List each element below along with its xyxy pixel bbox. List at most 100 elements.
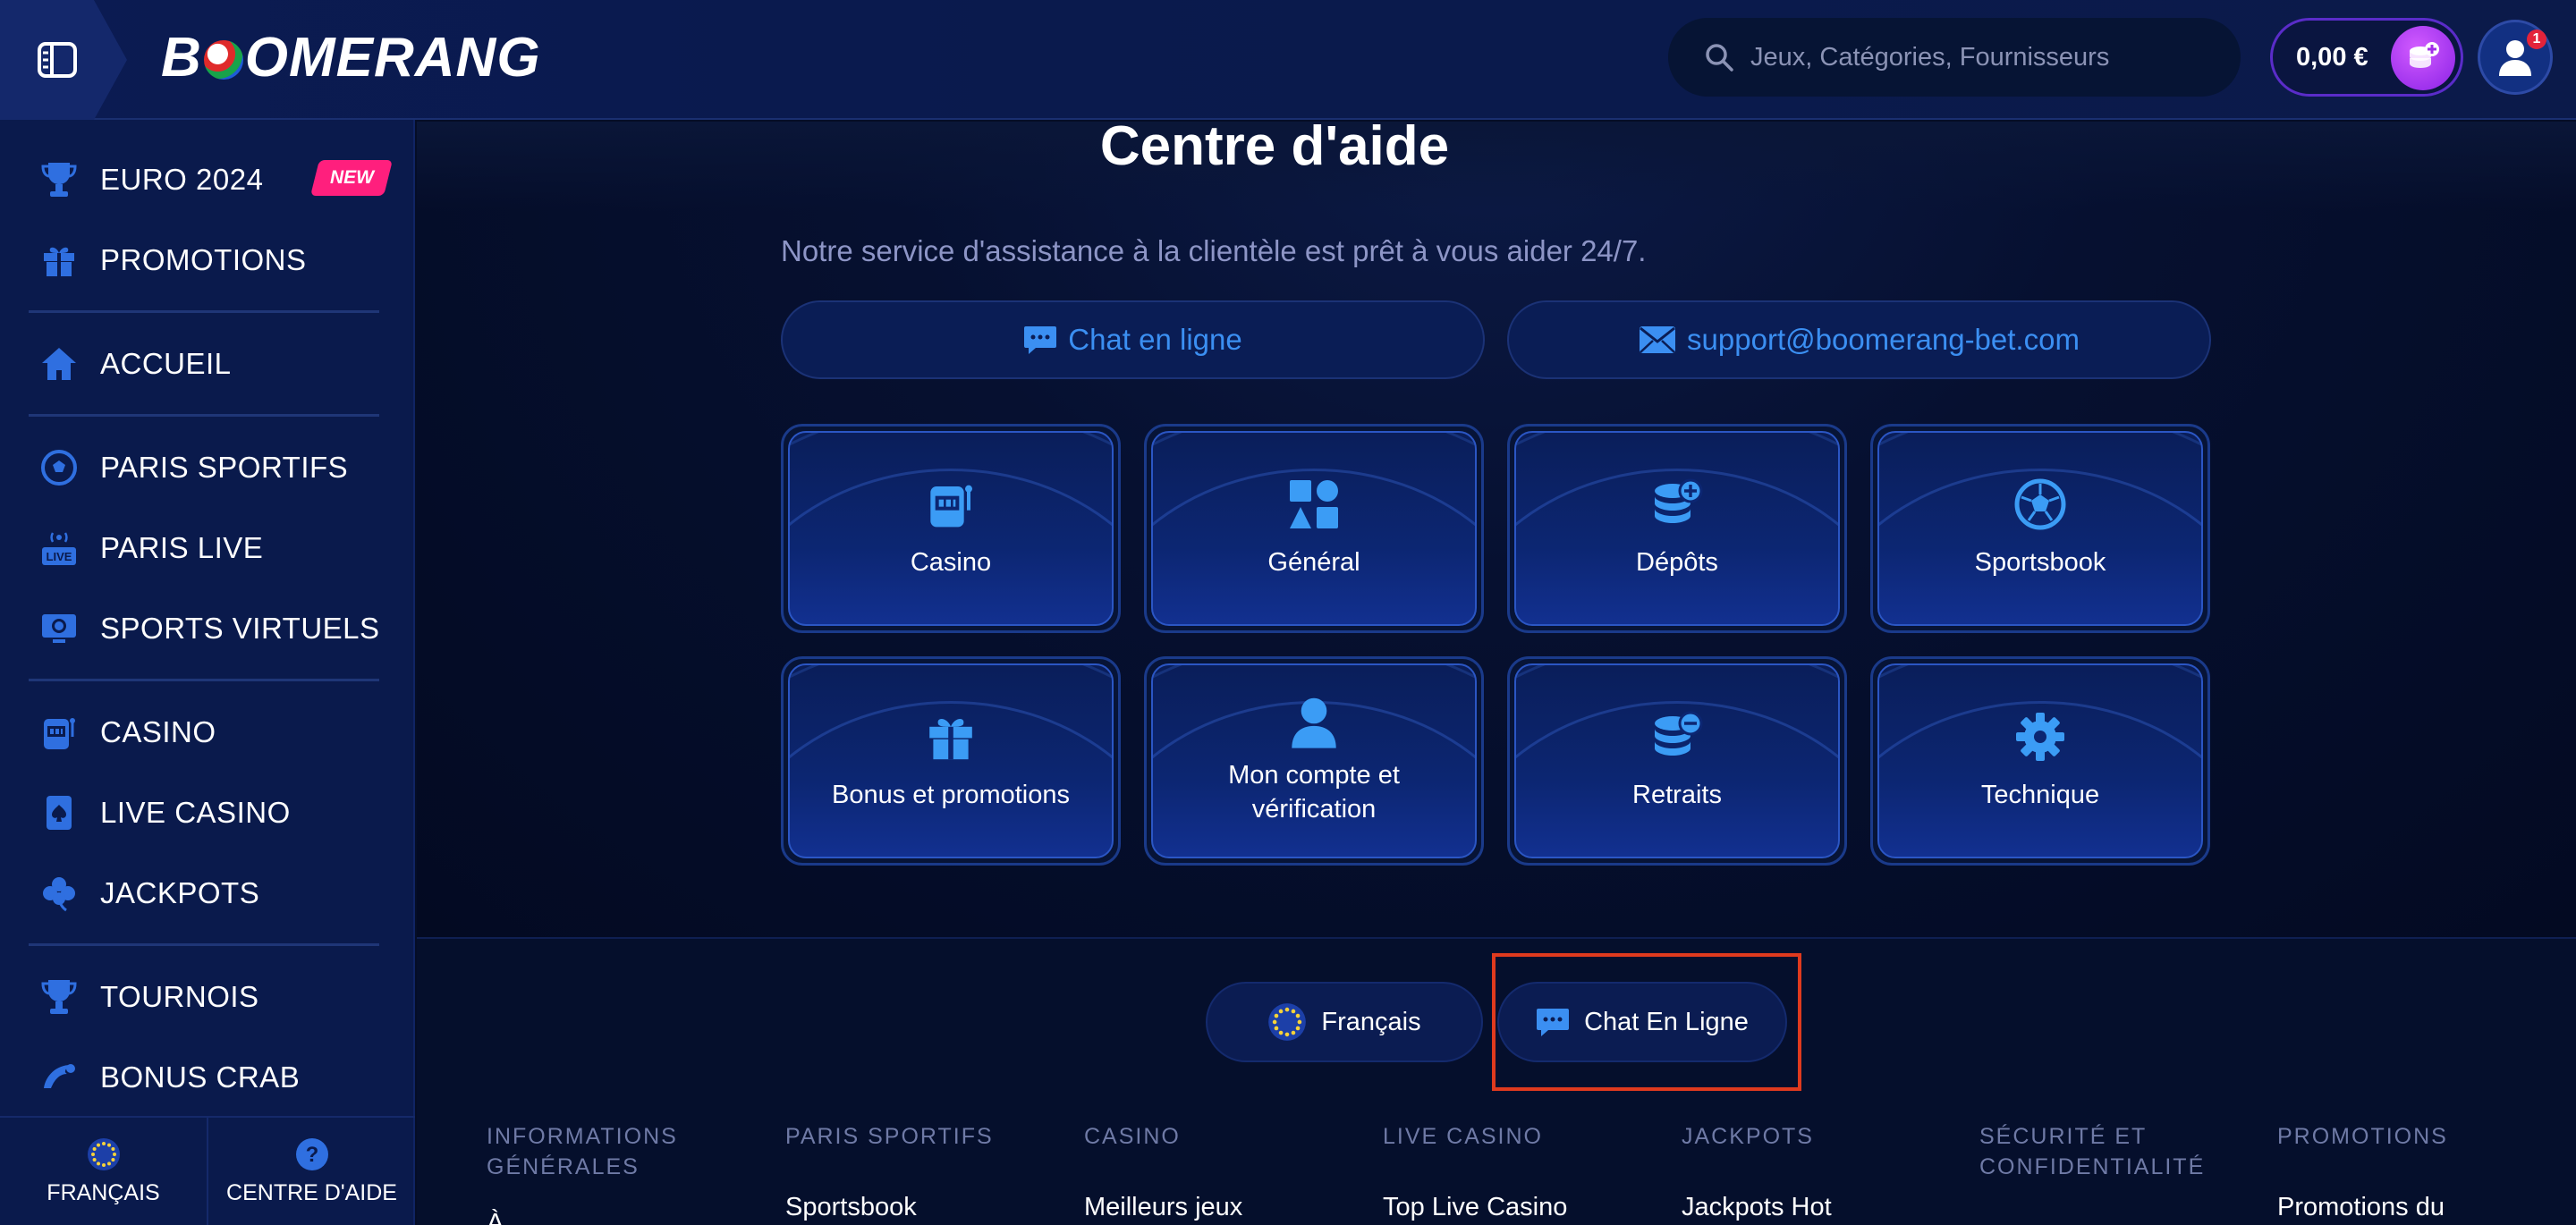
category-card-bonus-promotions[interactable]: Bonus et promotions	[781, 656, 1121, 866]
footer-link[interactable]: À	[487, 1209, 504, 1225]
footer-column-heading: CASINO	[1084, 1124, 1181, 1149]
category-label: Mon compte et vérification	[1228, 761, 1400, 824]
category-label: Retraits	[1632, 781, 1722, 809]
card-body: Général	[1151, 431, 1477, 626]
footer-link[interactable]: Top Live Casino	[1383, 1193, 1567, 1222]
sidebar-item-label: PARIS LIVE	[100, 531, 264, 564]
card-body: Mon compte et vérification	[1151, 663, 1477, 858]
footer-column-heading: PARIS SPORTIFS	[785, 1124, 994, 1149]
help-center-button[interactable]: ? CENTRE D'AIDE	[208, 1118, 415, 1225]
search-input[interactable]	[1750, 42, 2233, 72]
card-body: Casino	[788, 431, 1114, 626]
sidebar-item-promotions[interactable]: PROMOTIONS	[39, 233, 388, 287]
sidebar-divider	[29, 679, 379, 681]
footer-live-chat-label: Chat En Ligne	[1584, 1007, 1749, 1036]
envelope-icon	[1640, 326, 1676, 353]
slot-machine-icon	[924, 477, 978, 531]
card-body: Technique	[1877, 663, 2203, 858]
sidebar-divider	[29, 310, 379, 313]
profile-button[interactable]: 1	[2478, 20, 2553, 95]
logo-text-start: B	[161, 27, 202, 89]
live-chat-label: Chat en ligne	[1068, 323, 1242, 356]
top-header: B OMERANG 0,00 € 1	[0, 0, 2576, 120]
live-chat-button[interactable]: Chat en ligne	[781, 300, 1485, 379]
sidebar-divider	[29, 414, 379, 417]
eu-flag-icon	[87, 1137, 120, 1170]
help-icon: ?	[295, 1137, 328, 1170]
crab-icon	[39, 1058, 79, 1097]
virtual-sports-icon	[39, 609, 79, 648]
category-card-mon-compte[interactable]: Mon compte et vérification	[1144, 656, 1484, 866]
email-support-button[interactable]: support@boomerang-bet.com	[1507, 300, 2211, 379]
sidebar-item-label: TOURNOIS	[100, 980, 259, 1013]
card-body: Bonus et promotions	[788, 663, 1114, 858]
footer-link[interactable]: Meilleurs jeux	[1084, 1193, 1242, 1222]
chat-bubble-icon	[1024, 326, 1057, 354]
footer-column-securite: SÉCURITÉ ET CONFIDENTIALITÉ	[1979, 1121, 2248, 1182]
gift-icon	[924, 710, 978, 764]
coins-plus-icon	[1650, 477, 1704, 531]
slot-machine-icon	[39, 713, 79, 752]
sidebar-divider	[29, 943, 379, 946]
sidebar-item-live-casino[interactable]: LIVE CASINO	[39, 786, 388, 840]
trophy-icon	[39, 977, 79, 1017]
page-subtitle: Notre service d'assistance à la clientèl…	[781, 234, 1647, 267]
language-selector-button[interactable]: FRANÇAIS	[0, 1118, 208, 1225]
sidebar-item-accueil[interactable]: ACCUEIL	[39, 337, 388, 391]
sidebar-item-label: CASINO	[100, 715, 216, 748]
footer-column-heading: PROMOTIONS	[2277, 1124, 2448, 1149]
balance-wallet[interactable]: 0,00 €	[2270, 18, 2463, 97]
soccer-ball-logo-icon	[203, 40, 243, 80]
sidebar-item-label: PROMOTIONS	[100, 243, 307, 276]
sidebar-item-casino[interactable]: CASINO	[39, 705, 388, 759]
footer-language-label: Français	[1321, 1007, 1421, 1036]
category-card-technique[interactable]: Technique	[1870, 656, 2210, 866]
clover-icon	[39, 874, 79, 913]
footer-link[interactable]: Sportsbook	[785, 1193, 917, 1222]
gift-icon	[39, 241, 79, 280]
boomerang-logo[interactable]: B OMERANG	[161, 27, 541, 89]
sidebar-item-label: JACKPOTS	[100, 876, 260, 909]
category-card-general[interactable]: Général	[1144, 424, 1484, 633]
logo-text-end: OMERANG	[244, 27, 541, 89]
sidebar-item-tournois[interactable]: TOURNOIS	[39, 970, 388, 1024]
category-card-retraits[interactable]: Retraits	[1507, 656, 1847, 866]
sidebar-item-paris-live[interactable]: LIVE PARIS LIVE	[39, 521, 388, 575]
footer-column-live-casino: LIVE CASINO Top Live Casino	[1383, 1121, 1651, 1221]
language-label: FRANÇAIS	[47, 1179, 160, 1205]
footer-link[interactable]: Jackpots Hot	[1682, 1193, 1832, 1222]
category-card-casino[interactable]: Casino	[781, 424, 1121, 633]
search-bar[interactable]	[1668, 18, 2241, 97]
footer-language-button[interactable]: Français	[1206, 982, 1483, 1062]
category-label: Général	[1267, 548, 1360, 577]
sidebar-item-jackpots[interactable]: JACKPOTS	[39, 866, 388, 920]
coins-minus-icon	[1650, 710, 1704, 764]
sidebar: EURO 2024 NEW PROMOTIONS ACCUEIL PARIS S…	[0, 120, 415, 1225]
footer-link[interactable]: Promotions du	[2277, 1193, 2445, 1222]
category-label: Technique	[1980, 781, 2100, 809]
soccer-ball-icon	[2013, 477, 2067, 531]
user-icon	[1287, 696, 1341, 749]
svg-text:LIVE: LIVE	[47, 550, 72, 563]
gear-icon	[2013, 710, 2067, 764]
deposit-button[interactable]	[2391, 26, 2455, 90]
card-body: Sportsbook	[1877, 431, 2203, 626]
footer-column-casino: CASINO Meilleurs jeux	[1084, 1121, 1352, 1221]
category-label: Bonus et promotions	[832, 781, 1070, 809]
sidebar-toggle-button[interactable]	[0, 0, 127, 120]
sidebar-item-sports-virtuels[interactable]: SPORTS VIRTUELS	[39, 602, 388, 655]
chat-bubble-icon	[1537, 1009, 1570, 1036]
footer-column-promotions: PROMOTIONS Promotions du	[2277, 1121, 2546, 1221]
email-support-label: support@boomerang-bet.com	[1687, 323, 2080, 356]
category-label: Casino	[910, 548, 992, 577]
sidebar-item-bonus-crab[interactable]: BONUS CRAB	[39, 1051, 388, 1104]
footer-live-chat-button[interactable]: Chat En Ligne	[1497, 982, 1787, 1062]
category-label: Dépôts	[1636, 548, 1718, 577]
footer-column-heading: JACKPOTS	[1682, 1124, 1814, 1149]
category-card-depots[interactable]: Dépôts	[1507, 424, 1847, 633]
category-card-sportsbook[interactable]: Sportsbook	[1870, 424, 2210, 633]
coins-plus-icon	[2410, 42, 2439, 68]
sidebar-item-paris-sportifs[interactable]: PARIS SPORTIFS	[39, 441, 388, 494]
footer-column-heading: INFORMATIONS GÉNÉRALES	[487, 1124, 678, 1179]
search-icon	[1706, 44, 1733, 72]
